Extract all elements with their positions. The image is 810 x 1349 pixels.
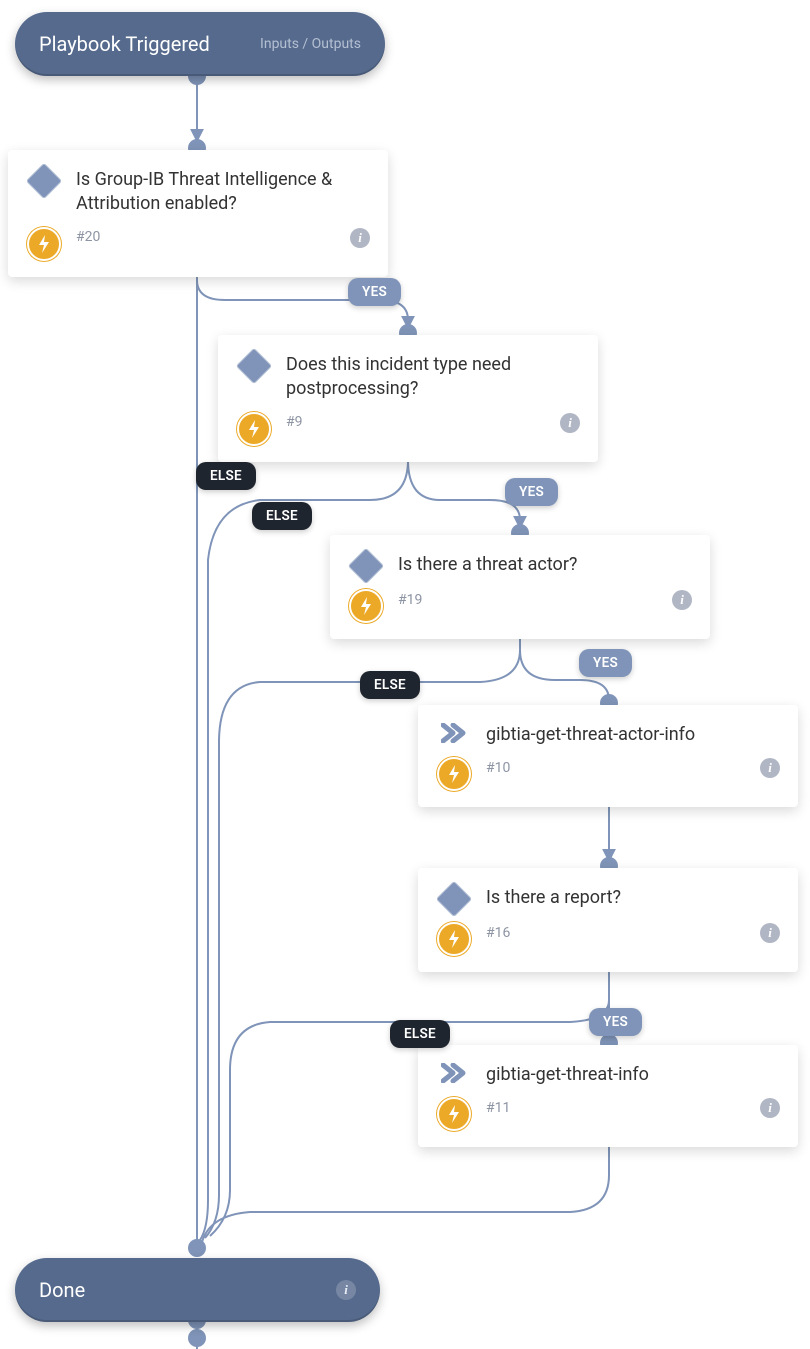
task-id: #19 [398,592,422,608]
task-title: Is there a report? [486,886,780,910]
task-node-is-enabled[interactable]: Is Group-IB Threat Intelligence & Attrib… [8,150,388,277]
task-title: Is Group-IB Threat Intelligence & Attrib… [76,168,370,217]
info-icon[interactable]: i [760,923,780,943]
branch-yes[interactable]: YES [579,649,632,677]
automation-icon [436,757,472,791]
task-title: Does this incident type need postprocess… [286,353,580,402]
task-id: #16 [486,925,510,941]
automation-icon [436,1097,472,1131]
action-icon [436,1063,472,1083]
action-icon [436,723,472,743]
branch-else[interactable]: ELSE [360,671,420,699]
task-title: gibtia-get-threat-actor-info [486,723,780,747]
info-icon[interactable]: i [760,1098,780,1118]
playbook-end-node[interactable]: Done i [15,1258,380,1322]
condition-icon [436,886,472,912]
playbook-start-node[interactable]: Playbook Triggered Inputs / Outputs [15,12,385,76]
automation-icon [236,412,272,446]
info-icon[interactable]: i [760,758,780,778]
task-title: gibtia-get-threat-info [486,1063,780,1087]
start-title: Playbook Triggered [39,32,210,56]
task-id: #20 [76,229,100,245]
automation-icon [348,589,384,623]
info-icon[interactable]: i [350,228,370,248]
branch-yes[interactable]: YES [589,1008,642,1036]
task-id: #9 [286,414,303,430]
condition-icon [26,168,62,194]
info-icon[interactable]: i [336,1280,356,1300]
task-node-get-threat-actor-info[interactable]: gibtia-get-threat-actor-info #10 i [418,705,798,807]
branch-else[interactable]: ELSE [390,1020,450,1048]
task-title: Is there a threat actor? [398,553,692,577]
task-node-get-threat-info[interactable]: gibtia-get-threat-info #11 i [418,1045,798,1147]
info-icon[interactable]: i [672,590,692,610]
automation-icon [26,227,62,261]
task-id: #11 [486,1100,510,1116]
task-node-is-report[interactable]: Is there a report? #16 i [418,868,798,972]
end-title: Done [39,1278,85,1302]
task-node-postprocessing[interactable]: Does this incident type need postprocess… [218,335,598,462]
condition-icon [348,553,384,579]
branch-yes[interactable]: YES [505,478,558,506]
branch-else[interactable]: ELSE [196,462,256,490]
task-id: #10 [486,760,510,776]
branch-else[interactable]: ELSE [252,502,312,530]
task-node-threat-actor[interactable]: Is there a threat actor? #19 i [330,535,710,639]
automation-icon [436,922,472,956]
inputs-outputs-link[interactable]: Inputs / Outputs [260,36,361,52]
info-icon[interactable]: i [560,413,580,433]
condition-icon [236,353,272,379]
branch-yes[interactable]: YES [348,278,401,306]
